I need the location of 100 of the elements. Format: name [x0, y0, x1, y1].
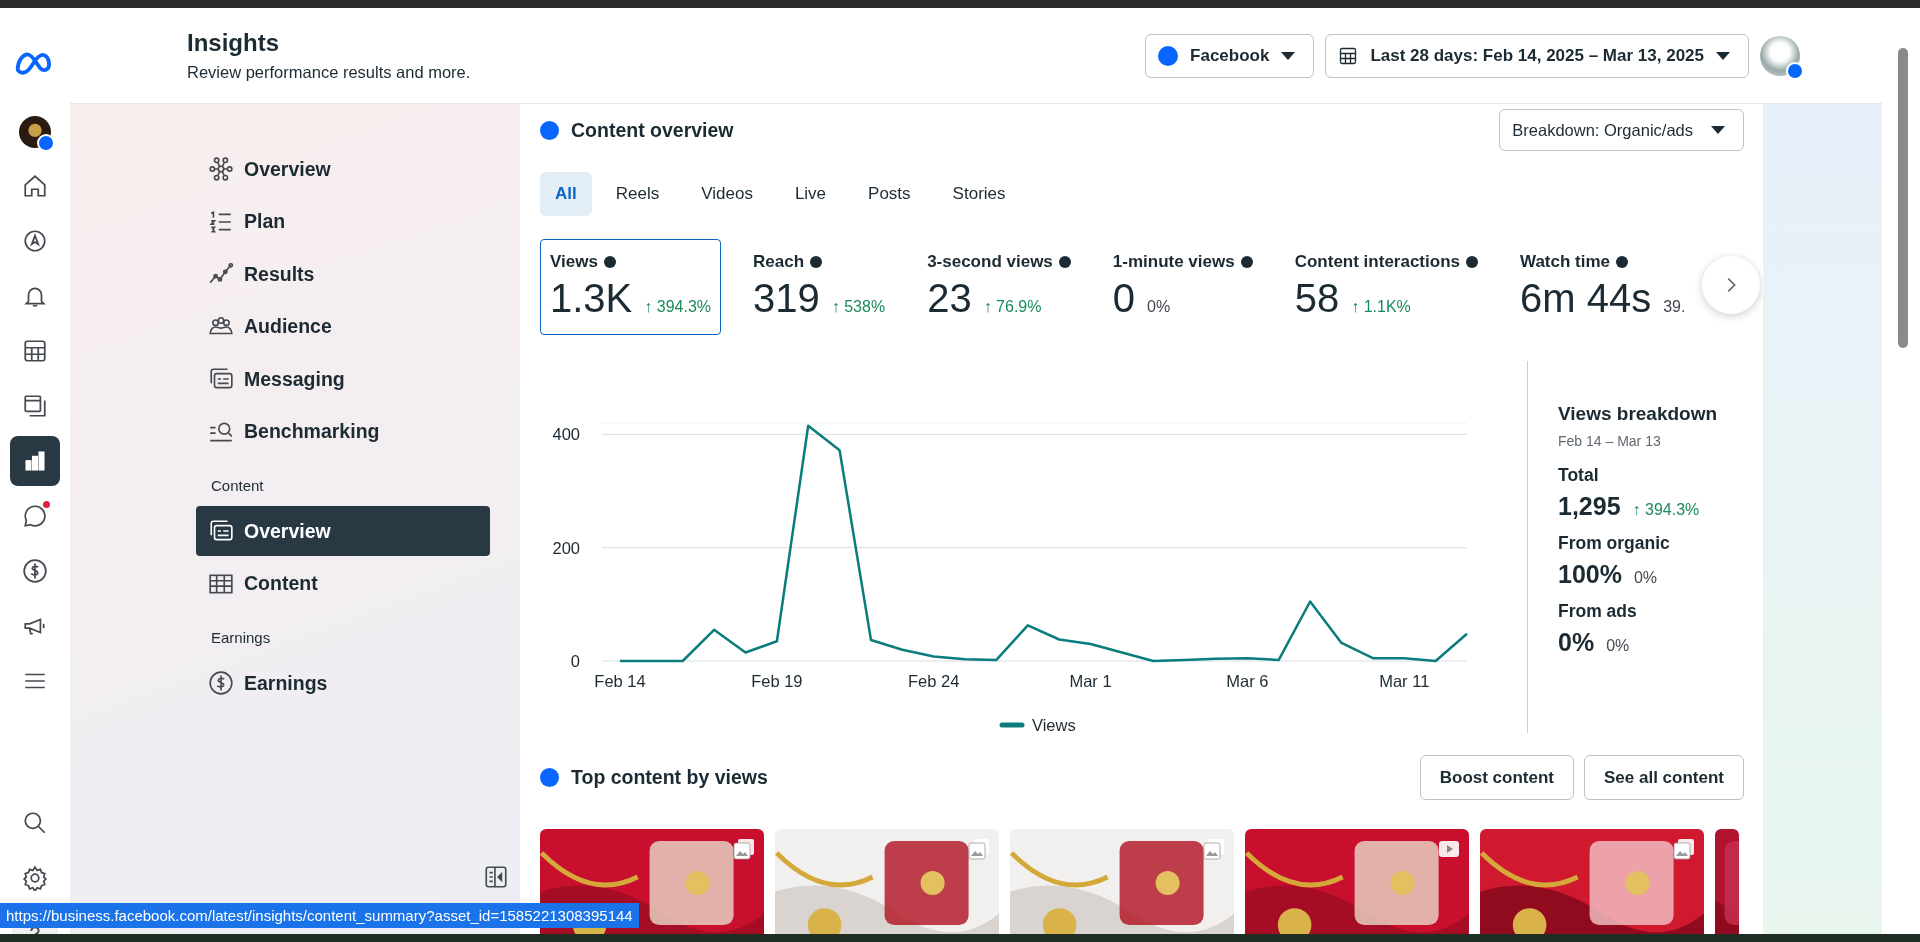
metric-card[interactable]: Content interactions 58 ↑ 1.1K%: [1284, 239, 1488, 335]
metric-label: Reach: [753, 252, 805, 272]
filter-tab[interactable]: All: [540, 172, 592, 216]
breakdown-value: 100%: [1558, 560, 1622, 589]
url-status-tooltip: https://business.facebook.com/latest/insights/content_summary?asset_id=1585221308395144: [0, 903, 639, 928]
section-title: Content overview: [540, 118, 734, 142]
metric-label: Views: [550, 252, 598, 272]
breakdown-dates: Feb 14 – Mar 13: [1558, 433, 1662, 449]
metric-card[interactable]: Watch time 6m 44s 39.: [1510, 239, 1687, 335]
x-axis-label: Mar 11: [1379, 672, 1430, 690]
section-heading: Earnings: [210, 628, 272, 648]
dollar-icon: [22, 557, 48, 584]
metric-value: 319: [753, 278, 820, 318]
filter-tab[interactable]: Videos: [683, 172, 771, 216]
numbered-list-icon: [208, 208, 234, 235]
legend-label: Views: [1032, 716, 1076, 734]
section-heading: Content: [210, 476, 265, 496]
breakdown-label: From organic: [1558, 533, 1671, 554]
chat-bubble-icon: [22, 502, 48, 529]
filter-tab[interactable]: Reels: [597, 172, 678, 216]
calendar-icon: [1338, 45, 1359, 66]
x-axis-label: Feb 24: [908, 672, 960, 690]
date-range-dropdown[interactable]: Last 28 days: Feb 14, 2025 – Mar 13, 2025: [1325, 33, 1749, 78]
nav-item[interactable]: Content: [196, 558, 490, 609]
metric-label: Watch time: [1520, 252, 1611, 272]
nav-item[interactable]: Benchmarking: [196, 406, 490, 457]
nav-item[interactable]: Messaging: [196, 354, 490, 404]
nav-item[interactable]: Plan: [196, 196, 490, 247]
panel-icon: [483, 864, 509, 890]
x-axis-label: Feb 14: [594, 672, 646, 690]
info-icon: [1240, 256, 1253, 268]
metric-value: 1.3K: [550, 278, 633, 318]
nav-item[interactable]: Overview: [196, 144, 490, 194]
page-subtitle: Review performance results and more.: [187, 63, 471, 82]
metric-change: ↑ 76.9%: [983, 298, 1042, 316]
action-button[interactable]: Boost content: [1419, 755, 1574, 800]
settings-icon: [22, 865, 48, 891]
metric-change: ↑ 538%: [831, 298, 886, 316]
breakdown-value: 1,295: [1558, 492, 1621, 521]
gallery-icon: [967, 837, 991, 861]
metric-card[interactable]: Views 1.3K ↑ 394.3%: [540, 239, 721, 335]
y-axis-label: 0: [570, 652, 580, 670]
x-axis-label: Feb 19: [751, 672, 803, 690]
metric-value: 0: [1112, 278, 1136, 318]
section-title: Top content by views: [540, 766, 768, 789]
y-axis-label: 200: [552, 538, 580, 557]
nav-item[interactable]: Audience: [196, 301, 490, 352]
metric-card[interactable]: 1-minute views 0 0%: [1102, 239, 1263, 335]
breakdown-value: 0%: [1558, 628, 1595, 657]
filter-tab[interactable]: Live: [776, 172, 845, 216]
page-avatar[interactable]: [19, 116, 51, 148]
legend-swatch: [999, 722, 1025, 728]
platform-dropdown[interactable]: Facebook: [1145, 33, 1315, 78]
metric-value: 58: [1294, 278, 1340, 318]
y-axis-label: 400: [552, 425, 580, 444]
breakdown-dropdown[interactable]: Breakdown: Organic/ads: [1499, 109, 1744, 151]
nav-item[interactable]: Earnings: [196, 658, 490, 708]
metric-value: 6m 44s: [1520, 278, 1652, 318]
gallery-icon: [1202, 837, 1226, 861]
x-axis-label: Mar 1: [1069, 672, 1112, 690]
network-icon: [208, 156, 234, 182]
metric-change: ↑ 1.1K%: [1351, 298, 1411, 316]
gallery-icon: [1672, 837, 1696, 861]
breakdown-change: 0%: [1633, 569, 1658, 587]
info-icon: [1466, 256, 1478, 268]
breakdown-label: Total: [1558, 465, 1600, 486]
caret-icon: [1281, 51, 1296, 60]
metric-label: 3-second views: [927, 252, 1053, 272]
metric-change: 0%: [1147, 298, 1171, 316]
metric-value: 23: [927, 278, 972, 318]
info-icon: [1616, 256, 1629, 268]
search-icon: [22, 810, 48, 836]
breakdown-change: 0%: [1606, 637, 1630, 655]
windows-icon: [22, 392, 48, 419]
x-axis-label: Mar 6: [1226, 672, 1269, 690]
profile-avatar[interactable]: [1760, 35, 1800, 76]
metric-change: 39.: [1663, 298, 1686, 316]
metric-change: ↑ 394.3%: [644, 298, 711, 316]
dollar-icon: [208, 670, 234, 696]
rail-button[interactable]: [10, 435, 60, 486]
info-icon: [603, 256, 616, 268]
metric-card[interactable]: Reach 319 ↑ 538%: [743, 239, 896, 335]
breakdown-change: ↑ 394.3%: [1632, 501, 1700, 519]
notification-dot: [43, 500, 50, 508]
nav-item[interactable]: Results: [196, 249, 490, 299]
metric-card[interactable]: 3-second views 23 ↑ 76.9%: [917, 239, 1081, 335]
caret-icon: [1716, 51, 1730, 60]
page-title: Insights: [187, 29, 280, 57]
action-button[interactable]: See all content: [1584, 755, 1744, 800]
nav-item[interactable]: Overview: [196, 506, 490, 556]
table-icon: [22, 337, 48, 364]
breakdown-title: Views breakdown: [1558, 403, 1718, 425]
gallery-icon: [732, 837, 756, 861]
filter-tab[interactable]: Stories: [934, 172, 1024, 216]
info-icon: [1058, 256, 1071, 268]
filter-tab[interactable]: Posts: [850, 172, 929, 216]
info-icon: [810, 256, 823, 268]
metric-label: Content interactions: [1294, 252, 1460, 272]
metric-label: 1-minute views: [1112, 252, 1235, 272]
logo-icon: [1158, 45, 1179, 66]
